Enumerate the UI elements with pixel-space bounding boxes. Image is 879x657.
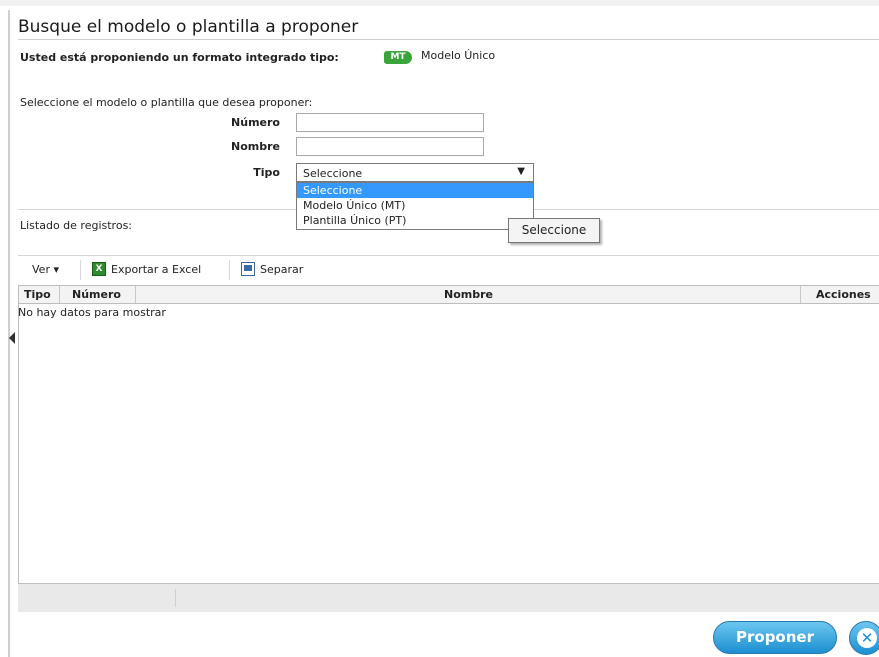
ver-menu-button[interactable]: Ver ▾ xyxy=(32,263,59,276)
propose-button[interactable]: Proponer xyxy=(713,621,837,654)
footer-separator xyxy=(175,589,176,607)
separate-label: Separar xyxy=(260,263,304,276)
column-separator xyxy=(800,286,801,303)
dropdown-arrow-icon: ▼ xyxy=(517,166,525,177)
toolbar-separator xyxy=(229,260,230,280)
column-header-nombre[interactable]: Nombre xyxy=(444,288,493,301)
numero-label: Número xyxy=(231,116,280,129)
export-excel-button[interactable]: X Exportar a Excel xyxy=(92,262,202,276)
format-type-label: Usted está proponiendo un formato integr… xyxy=(20,51,339,64)
top-fade xyxy=(0,0,879,6)
tipo-option[interactable]: Plantilla Único (PT) xyxy=(297,213,533,228)
grid-footer xyxy=(18,583,879,612)
separate-button[interactable]: Separar xyxy=(241,262,304,276)
page-title: Busque el modelo o plantilla a proponer xyxy=(18,17,359,37)
grid-header: Tipo Número Nombre Acciones xyxy=(19,286,879,304)
records-label: Listado de registros: xyxy=(20,219,133,232)
nombre-input[interactable] xyxy=(296,137,484,156)
tipo-select[interactable]: Seleccione ▼ xyxy=(296,163,534,182)
format-badge: MT xyxy=(384,51,412,64)
excel-icon: X xyxy=(92,262,106,276)
empty-grid-message: No hay datos para mostrar xyxy=(18,306,166,319)
column-header-acciones[interactable]: Acciones xyxy=(816,288,871,301)
close-icon: ✕ xyxy=(857,628,877,648)
collapse-arrow-icon[interactable] xyxy=(9,332,15,344)
records-divider xyxy=(18,255,879,256)
grid-toolbar: Ver ▾ X Exportar a Excel Separar xyxy=(18,257,879,285)
title-divider xyxy=(18,39,879,40)
toolbar-separator xyxy=(80,260,81,280)
tipo-option[interactable]: Modelo Único (MT) xyxy=(297,198,533,213)
tipo-label: Tipo xyxy=(253,166,280,179)
tooltip: Seleccione xyxy=(508,218,600,243)
export-excel-label: Exportar a Excel xyxy=(111,263,202,276)
column-separator xyxy=(59,286,60,303)
numero-input[interactable] xyxy=(296,113,484,132)
nombre-label: Nombre xyxy=(231,140,280,153)
tipo-select-value: Seleccione xyxy=(303,167,363,180)
close-button[interactable]: ✕ xyxy=(849,621,879,655)
tipo-options-list: Seleccione Modelo Único (MT) Plantilla Ú… xyxy=(296,182,534,230)
search-instruction: Seleccione el modelo o plantilla que des… xyxy=(20,96,313,109)
column-header-numero[interactable]: Número xyxy=(72,288,121,301)
format-type-value: Modelo Único xyxy=(421,49,496,62)
tipo-option[interactable]: Seleccione xyxy=(297,183,533,198)
column-separator xyxy=(135,286,136,303)
records-grid: Tipo Número Nombre Acciones xyxy=(18,285,879,612)
column-header-tipo[interactable]: Tipo xyxy=(24,288,51,301)
detach-icon xyxy=(241,262,255,276)
